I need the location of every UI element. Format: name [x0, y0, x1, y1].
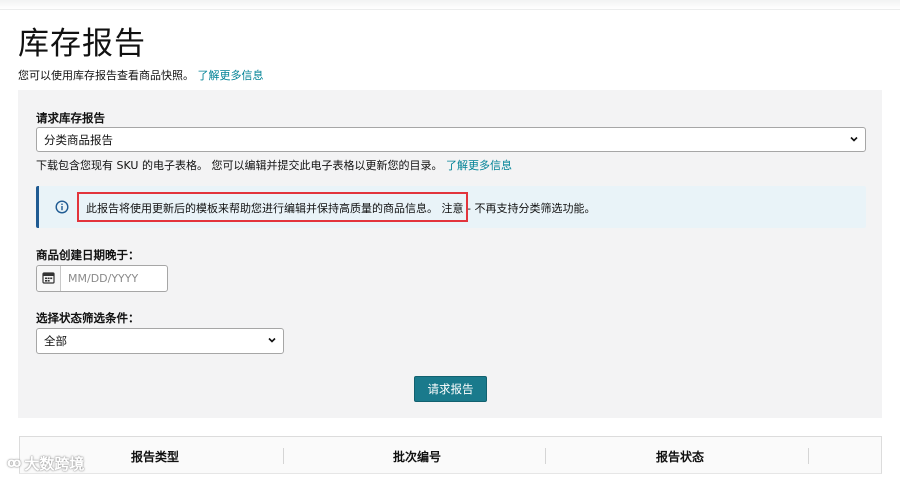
intro-description: 您可以使用库存报告查看商品快照。	[18, 69, 194, 82]
column-header-batch-id[interactable]: 批次编号	[393, 448, 441, 465]
status-filter-label: 选择状态筛选条件：	[36, 311, 140, 325]
intro-text: 您可以使用库存报告查看商品快照。 了解更多信息	[18, 67, 264, 83]
help-learn-more-link[interactable]: 了解更多信息	[446, 159, 512, 172]
help-description: 下载包含您现有 SKU 的电子表格。 您可以编辑并提交此电子表格以更新您的目录。	[36, 159, 443, 172]
report-type-value: 分类商品报告	[44, 132, 113, 147]
chevron-down-icon	[268, 337, 276, 343]
column-divider	[545, 448, 546, 464]
report-help-text: 下载包含您现有 SKU 的电子表格。 您可以编辑并提交此电子表格以更新您的目录。…	[36, 157, 512, 173]
column-header-report-type[interactable]: 报告类型	[131, 448, 179, 465]
status-filter-value: 全部	[44, 334, 67, 348]
annotation-highlight-box	[77, 192, 468, 222]
reports-table-header: 报告类型 批次编号 报告状态	[19, 436, 882, 474]
request-report-button[interactable]: 请求报告	[414, 376, 487, 402]
date-placeholder: MM/DD/YYYY	[68, 272, 139, 285]
watermark-logo-icon: ꝏ	[7, 456, 22, 471]
calendar-icon[interactable]	[37, 266, 61, 291]
chevron-down-icon	[850, 136, 858, 142]
date-filter-label: 商品创建日期晚于：	[36, 248, 140, 262]
report-type-label: 请求库存报告	[36, 111, 105, 125]
status-filter-select[interactable]: 全部	[36, 328, 284, 354]
watermark-text: 大数跨境	[24, 455, 85, 473]
info-circle-icon	[55, 200, 69, 214]
report-type-select[interactable]: 分类商品报告	[36, 127, 866, 152]
date-input[interactable]: MM/DD/YYYY	[36, 265, 168, 292]
watermark: ꝏ 大数跨境	[7, 453, 84, 474]
column-header-report-status[interactable]: 报告状态	[656, 448, 704, 465]
page-title: 库存报告	[18, 26, 146, 62]
column-divider	[283, 448, 284, 464]
learn-more-link[interactable]: 了解更多信息	[198, 69, 264, 82]
top-bar	[0, 0, 900, 10]
column-divider	[808, 448, 809, 464]
